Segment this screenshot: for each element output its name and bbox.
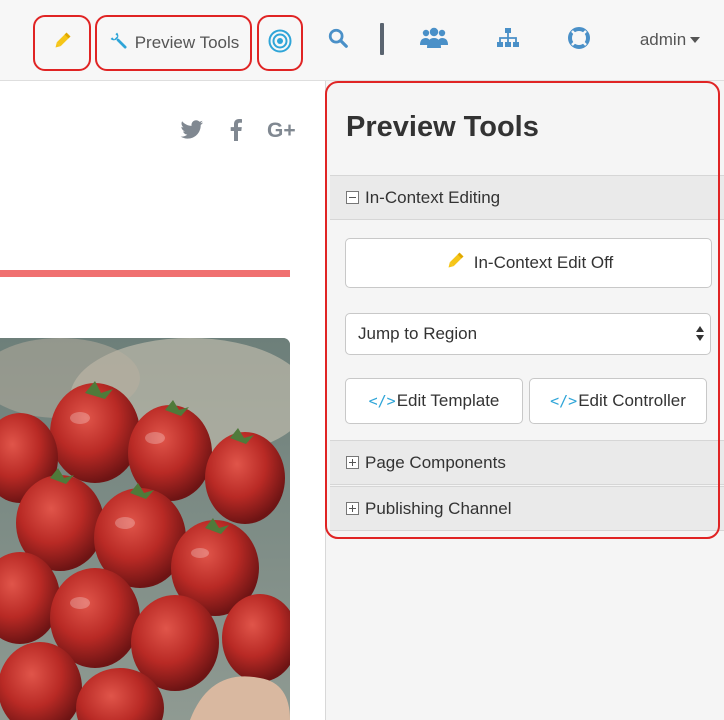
strawberries-photo	[0, 338, 290, 720]
collapse-icon	[346, 191, 359, 204]
twitter-icon[interactable]	[178, 117, 206, 143]
pencil-icon	[51, 30, 73, 57]
select-arrows-icon	[696, 326, 704, 341]
users-button[interactable]	[417, 24, 451, 56]
section-publishing-channel[interactable]: Publishing Channel	[330, 486, 724, 531]
section-label: Page Components	[365, 452, 506, 472]
section-label: Publishing Channel	[365, 498, 512, 518]
wrench-icon	[108, 30, 135, 57]
sitemap-icon	[496, 27, 520, 54]
preview-tools-label: Preview Tools	[134, 33, 240, 52]
search-button[interactable]	[322, 24, 354, 56]
edit-template-label: Edit Template	[396, 391, 500, 410]
user-menu-label: admin	[639, 30, 687, 49]
preview-tools-button[interactable]: Preview Tools	[95, 15, 252, 71]
code-icon: </>	[550, 392, 578, 410]
edit-controller-button[interactable]: </> Edit Controller	[529, 378, 707, 424]
facebook-icon[interactable]	[227, 117, 245, 143]
top-toolbar: Preview Tools admin	[0, 0, 724, 81]
help-button[interactable]	[563, 24, 595, 56]
in-context-edit-off-button[interactable]: In-Context Edit Off	[345, 238, 712, 288]
accent-divider	[0, 270, 290, 277]
edit-template-button[interactable]: </> Edit Template	[345, 378, 523, 424]
pencil-icon	[444, 250, 466, 277]
google-plus-icon[interactable]: G+	[266, 117, 302, 143]
section-label: In-Context Editing	[365, 187, 501, 207]
svg-text:G+: G+	[267, 119, 296, 141]
targeting-button[interactable]	[257, 15, 303, 71]
code-icon: </>	[368, 392, 396, 410]
search-icon	[327, 27, 349, 54]
panel-title: Preview Tools	[346, 111, 539, 143]
in-context-edit-toggle-button[interactable]	[33, 15, 91, 71]
target-icon	[268, 29, 292, 58]
preview-tools-panel: Preview Tools In-Context Editing In-Cont…	[325, 81, 724, 720]
toolbar-divider	[380, 23, 384, 55]
expand-icon	[346, 502, 359, 515]
edit-toggle-label: In-Context Edit Off	[473, 253, 614, 272]
user-menu-button[interactable]: admin	[630, 24, 710, 56]
caret-down-icon	[690, 37, 701, 43]
edit-controller-label: Edit Controller	[578, 391, 686, 410]
lifebuoy-icon	[567, 26, 591, 55]
section-page-components[interactable]: Page Components	[330, 440, 724, 485]
section-in-context-editing[interactable]: In-Context Editing	[330, 175, 724, 220]
users-icon	[420, 26, 448, 55]
region-select-value: Jump to Region	[358, 324, 478, 343]
expand-icon	[346, 456, 359, 469]
jump-to-region-select[interactable]: Jump to Region	[345, 313, 711, 355]
sitemap-button[interactable]	[492, 24, 524, 56]
